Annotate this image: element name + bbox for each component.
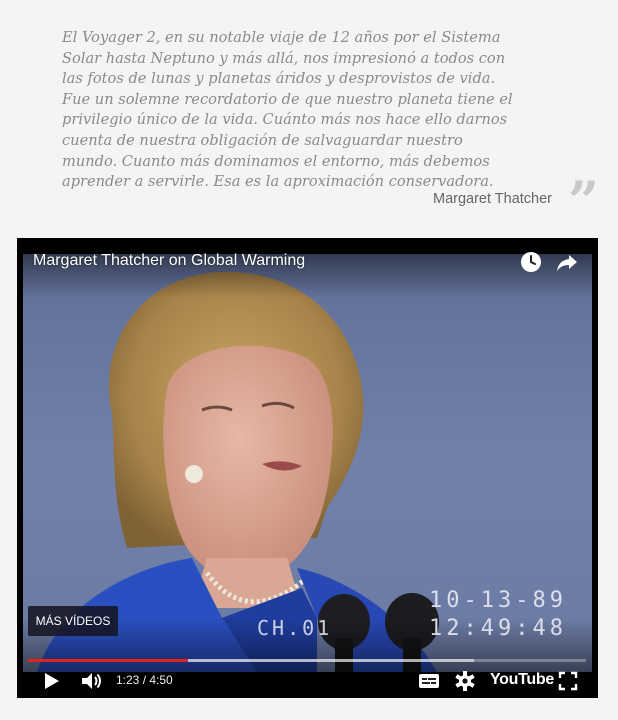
progress-bar[interactable] (28, 659, 586, 662)
player-controls: 1:23 / 4:50 YouTube (17, 664, 598, 698)
time-current: 1:23 (116, 673, 140, 687)
play-icon (45, 673, 59, 689)
quote-text: El Voyager 2, en su notable viaje de 12 … (62, 28, 547, 193)
time-total: 4:50 (149, 673, 173, 687)
quote-block: El Voyager 2, en su notable viaje de 12 … (62, 28, 547, 193)
settings-button[interactable] (453, 668, 477, 694)
quote-line: El Voyager 2, en su notable viaje de 12 … (62, 29, 501, 46)
vhs-channel: CH.01 (257, 616, 333, 640)
play-button[interactable] (41, 668, 63, 694)
video-player[interactable]: 10-13-89 CH.01 12:49:48 Margaret Thatche… (17, 238, 598, 698)
quote-author: Margaret Thatcher (433, 191, 553, 207)
volume-button[interactable] (79, 668, 105, 694)
progress-played (28, 659, 189, 662)
time-readout: 1:23 / 4:50 (116, 673, 173, 687)
fullscreen-icon (558, 671, 578, 691)
quote-line: aprender a servirle. Esa es la aproximac… (62, 173, 494, 191)
subtitles-icon (419, 674, 439, 688)
watch-later-button[interactable] (519, 250, 543, 274)
video-title[interactable]: Margaret Thatcher on Global Warming (33, 252, 305, 270)
quote-line: las fotos de lunas y planetas áridos y d… (62, 70, 496, 88)
volume-icon (82, 673, 101, 689)
quote-line: mundo. Cuanto más dominamos el entorno, … (62, 152, 490, 170)
youtube-logo[interactable]: YouTube (490, 671, 554, 689)
time-separator: / (139, 673, 150, 687)
vhs-date: 10-13-89 (429, 588, 567, 613)
share-button[interactable] (555, 250, 579, 274)
watch-later-icon (521, 252, 541, 272)
share-icon (557, 255, 577, 271)
vhs-timestamp: 10-13-89 (429, 588, 567, 614)
quote-line: cuenta de nuestra obligación de salvagua… (62, 131, 463, 149)
vhs-time: 12:49:48 (429, 616, 567, 641)
more-videos-button[interactable]: MÁS VÍDEOS (28, 606, 118, 636)
settings-icon (455, 671, 475, 691)
quote-line: Fue un solemne recordatorio de que nuest… (62, 90, 513, 108)
quote-line: Solar hasta Neptuno y más allá, nos impr… (62, 49, 506, 67)
quote-line: privilegio único de la vida. Cuánto más … (62, 111, 508, 129)
subtitles-button[interactable] (417, 668, 441, 694)
fullscreen-button[interactable] (557, 668, 579, 694)
closing-quote-icon: ” (568, 169, 600, 233)
